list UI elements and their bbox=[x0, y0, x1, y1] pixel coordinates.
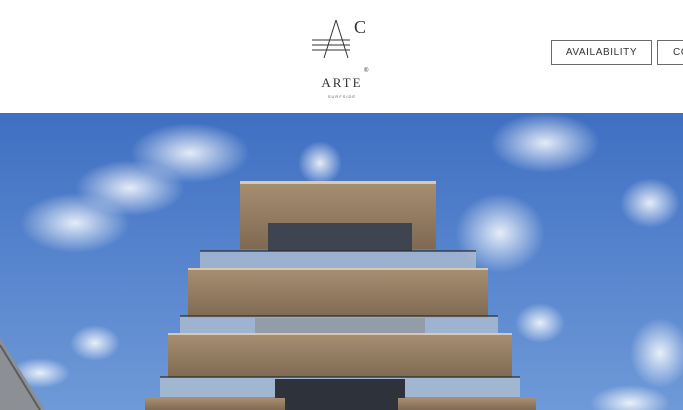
building-photo bbox=[0, 113, 683, 410]
logo-subtitle: SURFSIDE bbox=[327, 94, 357, 99]
logo-wordmark: ARTE bbox=[321, 75, 363, 90]
logo-mark-icon: C ® bbox=[312, 17, 369, 74]
hero-image bbox=[0, 113, 683, 410]
site-header: C ® ARTE SURFSIDE AVAILABILITY CO bbox=[0, 0, 683, 113]
logo-letter-c: C bbox=[354, 17, 366, 37]
registered-mark: ® bbox=[364, 67, 369, 74]
availability-button[interactable]: AVAILABILITY bbox=[551, 40, 652, 65]
contact-button[interactable]: CO bbox=[657, 40, 683, 65]
arte-logo[interactable]: C ® ARTE SURFSIDE bbox=[306, 14, 378, 102]
